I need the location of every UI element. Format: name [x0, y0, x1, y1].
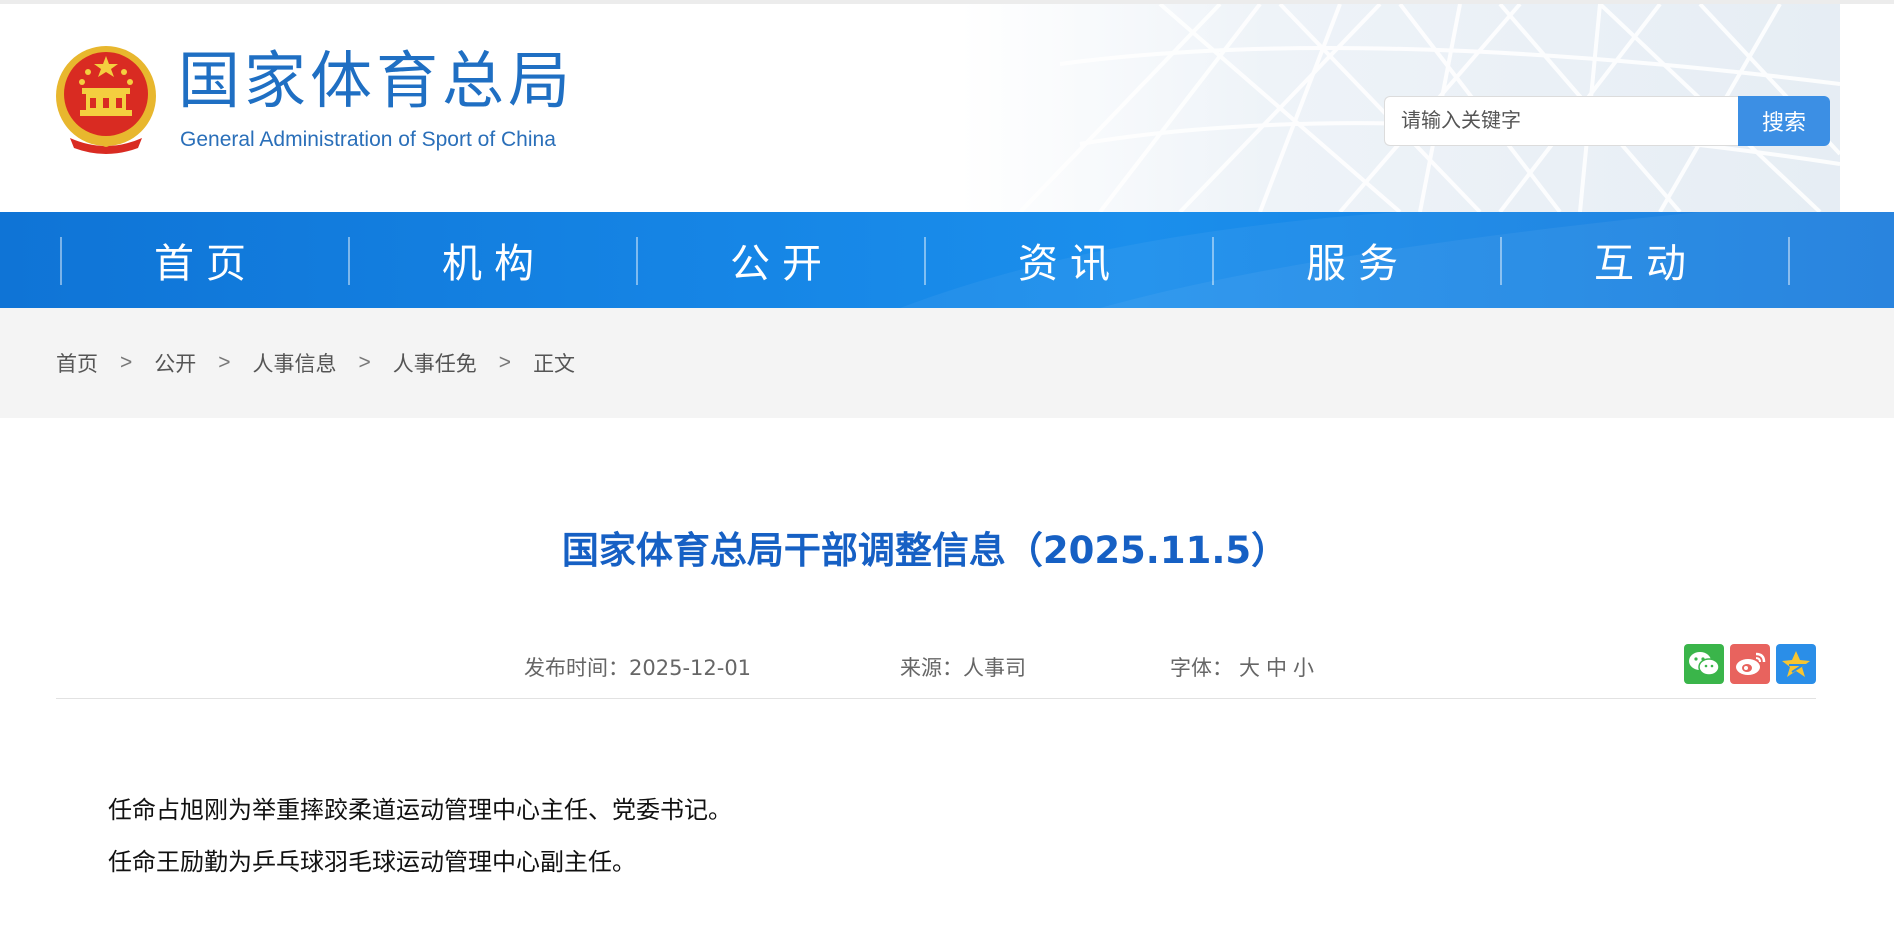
article-source: 来源：人事司	[900, 652, 1026, 682]
breadcrumb-separator: >	[358, 351, 371, 374]
breadcrumb-separator: >	[498, 351, 512, 374]
nav-item-news[interactable]: 资讯	[926, 212, 1214, 308]
breadcrumb-personnel-info[interactable]: 人事信息	[253, 348, 337, 378]
national-emblem-logo	[56, 46, 156, 154]
site-subtitle: General Administration of Sport of China	[180, 128, 556, 151]
site-header: 国家体育总局 General Administration of Sport o…	[0, 4, 1894, 212]
nav-separator	[1788, 237, 1790, 285]
search-button[interactable]: 搜索	[1738, 96, 1830, 146]
breadcrumb-appointments[interactable]: 人事任免	[393, 348, 477, 378]
breadcrumb: 首页 > 公开 > 人事信息 > 人事任免 > 正文	[56, 308, 575, 418]
breadcrumb-separator: >	[218, 351, 231, 374]
article-paragraph: 任命王励勤为乒乓球羽毛球运动管理中心副主任。	[108, 848, 636, 876]
publish-date-value: 2025-12-01	[629, 656, 752, 680]
publish-date: 发布时间：2025-12-01	[524, 652, 751, 682]
source-label: 来源：	[900, 656, 963, 680]
nav-item-services[interactable]: 服务	[1214, 212, 1502, 308]
wechat-icon[interactable]	[1684, 644, 1724, 684]
font-size-medium[interactable]: 中	[1266, 656, 1287, 680]
publish-date-label: 发布时间：	[524, 656, 629, 680]
wechat-glyph	[1689, 652, 1720, 676]
breadcrumb-home[interactable]: 首页	[56, 348, 98, 378]
nav-item-organization[interactable]: 机构	[350, 212, 638, 308]
article-paragraph: 任命占旭刚为举重摔跤柔道运动管理中心主任、党委书记。	[108, 796, 732, 824]
main-nav: 首页 机构 公开 资讯 服务 互动	[0, 212, 1894, 308]
weibo-icon[interactable]	[1730, 644, 1770, 684]
nav-item-interaction[interactable]: 互动	[1502, 212, 1790, 308]
breadcrumb-separator: >	[120, 351, 133, 374]
site-title: 国家体育总局	[178, 44, 575, 117]
nav-item-public[interactable]: 公开	[638, 212, 926, 308]
search-input[interactable]	[1384, 96, 1738, 146]
nav-item-home[interactable]: 首页	[62, 212, 350, 308]
font-size-label: 字体：	[1170, 656, 1233, 680]
qzone-icon[interactable]	[1776, 644, 1816, 684]
breadcrumb-public[interactable]: 公开	[154, 348, 196, 378]
source-value: 人事司	[963, 656, 1026, 680]
article-title: 国家体育总局干部调整信息（2025.11.5）	[561, 529, 1289, 572]
qzone-glyph	[1782, 651, 1810, 677]
font-size-selector: 字体：大中小	[1170, 652, 1314, 682]
font-size-small[interactable]: 小	[1293, 656, 1314, 680]
breadcrumb-current: 正文	[533, 352, 576, 376]
breadcrumb-bar: 首页 > 公开 > 人事信息 > 人事任免 > 正文	[0, 308, 1894, 418]
font-size-large[interactable]: 大	[1239, 656, 1260, 680]
weibo-glyph	[1736, 652, 1766, 675]
meta-divider	[56, 698, 1816, 699]
